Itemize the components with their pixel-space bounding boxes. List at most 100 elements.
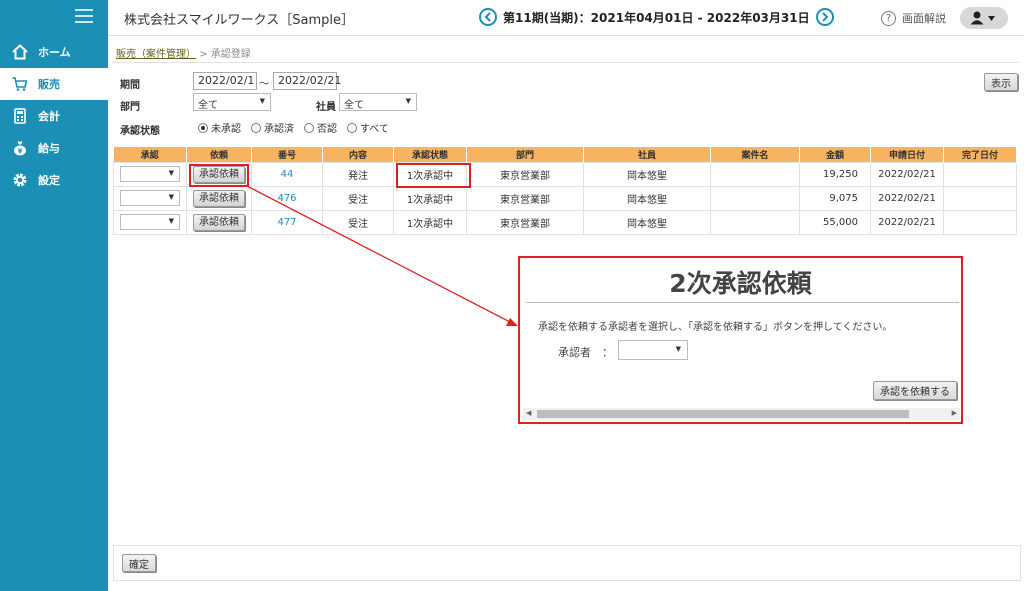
- sidebar-item-home[interactable]: ホーム: [0, 36, 108, 68]
- cart-icon: [12, 76, 28, 92]
- content-cell: 発注: [322, 161, 394, 187]
- applied-date-cell: 2022/02/21: [870, 209, 944, 235]
- column-header: 社員: [583, 147, 711, 162]
- column-header: 依頼: [186, 147, 252, 162]
- column-header: 承認: [113, 147, 187, 162]
- status-radio-approved[interactable]: 承認済: [251, 120, 294, 135]
- approval-select[interactable]: ▼: [120, 214, 180, 230]
- breadcrumb: 販売（案件管理） > 承認登録: [116, 45, 251, 60]
- footer-bar: 確定: [113, 545, 1021, 581]
- department-cell: 東京営業部: [466, 209, 584, 235]
- approval-request-button[interactable]: 承認依頼: [193, 189, 245, 207]
- completed-date-cell: [943, 209, 1017, 235]
- scroll-right-icon[interactable]: ▶: [952, 409, 957, 417]
- employee-select[interactable]: 全て ▼: [339, 93, 417, 111]
- status-radio-all[interactable]: すべて: [347, 120, 389, 135]
- top-header: 株式会社スマイルワークス［Sample］ 第11期(当期)：2021年04月01…: [108, 0, 1024, 36]
- sidebar-item-sales[interactable]: 販売: [0, 68, 108, 100]
- column-header: 番号: [251, 147, 323, 162]
- department-select[interactable]: 全て ▼: [193, 93, 271, 111]
- radio-label: すべて: [360, 124, 389, 135]
- status-cell: 1次承認中: [393, 185, 467, 211]
- amount-cell: 9,075: [799, 185, 871, 211]
- record-number-link[interactable]: 44: [281, 169, 294, 180]
- record-number-link[interactable]: 477: [277, 217, 296, 228]
- column-header: 承認状態: [393, 147, 467, 162]
- dropdown-caret-icon: ▼: [259, 97, 265, 105]
- sidebar-item-settings[interactable]: 設定: [0, 164, 108, 196]
- dialog-title: 2次承認依頼: [669, 269, 812, 298]
- dropdown-caret-icon: ▼: [168, 217, 174, 225]
- radio-icon: [304, 122, 314, 133]
- dropdown-caret-icon: ▼: [675, 345, 681, 353]
- gear-icon: [12, 172, 28, 188]
- dropdown-caret-icon: ▼: [405, 97, 411, 105]
- sidebar-item-accounting[interactable]: 会計: [0, 100, 108, 132]
- previous-period-icon[interactable]: [479, 8, 497, 26]
- column-header: 金額: [799, 147, 871, 162]
- next-period-icon[interactable]: [815, 8, 834, 26]
- period-label: 期間: [120, 80, 140, 91]
- approval-select[interactable]: ▼: [120, 166, 180, 182]
- approver-select[interactable]: ▼: [618, 340, 688, 360]
- period-text: 第11期(当期)：2021年04月01日 - 2022年03月31日: [503, 10, 810, 25]
- svg-text:¥: ¥: [18, 148, 23, 156]
- table-header-row: 承認 依頼 番号 内容 承認状態 部門 社員 案件名 金額 申請日付 完了日付: [113, 147, 1017, 162]
- scroll-left-icon[interactable]: ◀: [526, 409, 531, 417]
- breadcrumb-parent-link[interactable]: 販売（案件管理）: [116, 49, 196, 60]
- fiscal-period: 第11期(当期)：2021年04月01日 - 2022年03月31日: [479, 8, 834, 26]
- horizontal-scrollbar[interactable]: ◀ ▶: [523, 408, 960, 420]
- sidebar-item-label: 会計: [38, 110, 60, 123]
- status-radio-unapproved[interactable]: 未承認: [198, 120, 241, 135]
- submit-request-button[interactable]: 承認を依頼する: [873, 381, 957, 400]
- date-to-input[interactable]: 2022/02/21: [273, 72, 341, 90]
- sidebar: ホーム 販売 会計 ¥ 給与 設定: [0, 0, 108, 591]
- money-bag-icon: ¥: [12, 140, 28, 156]
- department-cell: 東京営業部: [466, 161, 584, 187]
- case-name-cell: [710, 161, 800, 187]
- dialog-divider: [526, 302, 959, 303]
- help-button[interactable]: ? 画面解説: [881, 10, 946, 26]
- column-header: 案件名: [710, 147, 800, 162]
- content-cell: 受注: [322, 209, 394, 235]
- department-cell: 東京営業部: [466, 185, 584, 211]
- content-cell: 受注: [322, 185, 394, 211]
- status-radio-group: 未承認 承認済 否認 すべて: [198, 120, 399, 135]
- radio-label: 未承認: [211, 124, 241, 135]
- date-range-separator: ～: [259, 79, 269, 90]
- department-selected-value: 全て: [198, 100, 218, 111]
- column-header: 完了日付: [943, 147, 1017, 162]
- case-name-cell: [710, 209, 800, 235]
- radio-icon: [251, 122, 261, 133]
- calculator-icon: [12, 108, 28, 124]
- status-label: 承認状態: [120, 126, 160, 137]
- radio-label: 承認済: [264, 124, 294, 135]
- employee-selected-value: 全て: [344, 100, 364, 111]
- breadcrumb-divider: [112, 62, 1020, 63]
- question-icon: ?: [881, 10, 896, 26]
- hamburger-menu-icon[interactable]: [75, 9, 93, 23]
- request-button-highlight: [189, 164, 249, 187]
- employee-cell: 岡本悠聖: [583, 185, 711, 211]
- company-name: 株式会社スマイルワークス［Sample］: [124, 13, 354, 28]
- date-from-input[interactable]: 2022/02/1: [193, 72, 257, 90]
- sidebar-item-payroll[interactable]: ¥ 給与: [0, 132, 108, 164]
- show-button[interactable]: 表示: [984, 73, 1018, 91]
- scrollbar-thumb[interactable]: [537, 410, 909, 418]
- table-row: ▼ 承認依頼 477 受注 1次承認中 東京営業部 岡本悠聖 55,000 20…: [113, 209, 1017, 235]
- help-label: 画面解説: [902, 12, 946, 25]
- column-header: 部門: [466, 147, 584, 162]
- status-radio-rejected[interactable]: 否認: [304, 120, 337, 135]
- column-header: 申請日付: [870, 147, 944, 162]
- approval-request-button[interactable]: 承認依頼: [193, 213, 245, 231]
- user-menu-button[interactable]: [960, 7, 1008, 29]
- approval-table: 承認 依頼 番号 内容 承認状態 部門 社員 案件名 金額 申請日付 完了日付 …: [113, 147, 1017, 235]
- table-row: ▼ 承認依頼 476 受注 1次承認中 東京営業部 岡本悠聖 9,075 202…: [113, 185, 1017, 211]
- sidebar-item-label: 設定: [38, 174, 60, 187]
- record-number-link[interactable]: 476: [277, 193, 296, 204]
- status-highlight: [396, 163, 471, 188]
- radio-label: 否認: [317, 124, 337, 135]
- confirm-button[interactable]: 確定: [122, 554, 156, 572]
- approval-select[interactable]: ▼: [120, 190, 180, 206]
- amount-cell: 55,000: [799, 209, 871, 235]
